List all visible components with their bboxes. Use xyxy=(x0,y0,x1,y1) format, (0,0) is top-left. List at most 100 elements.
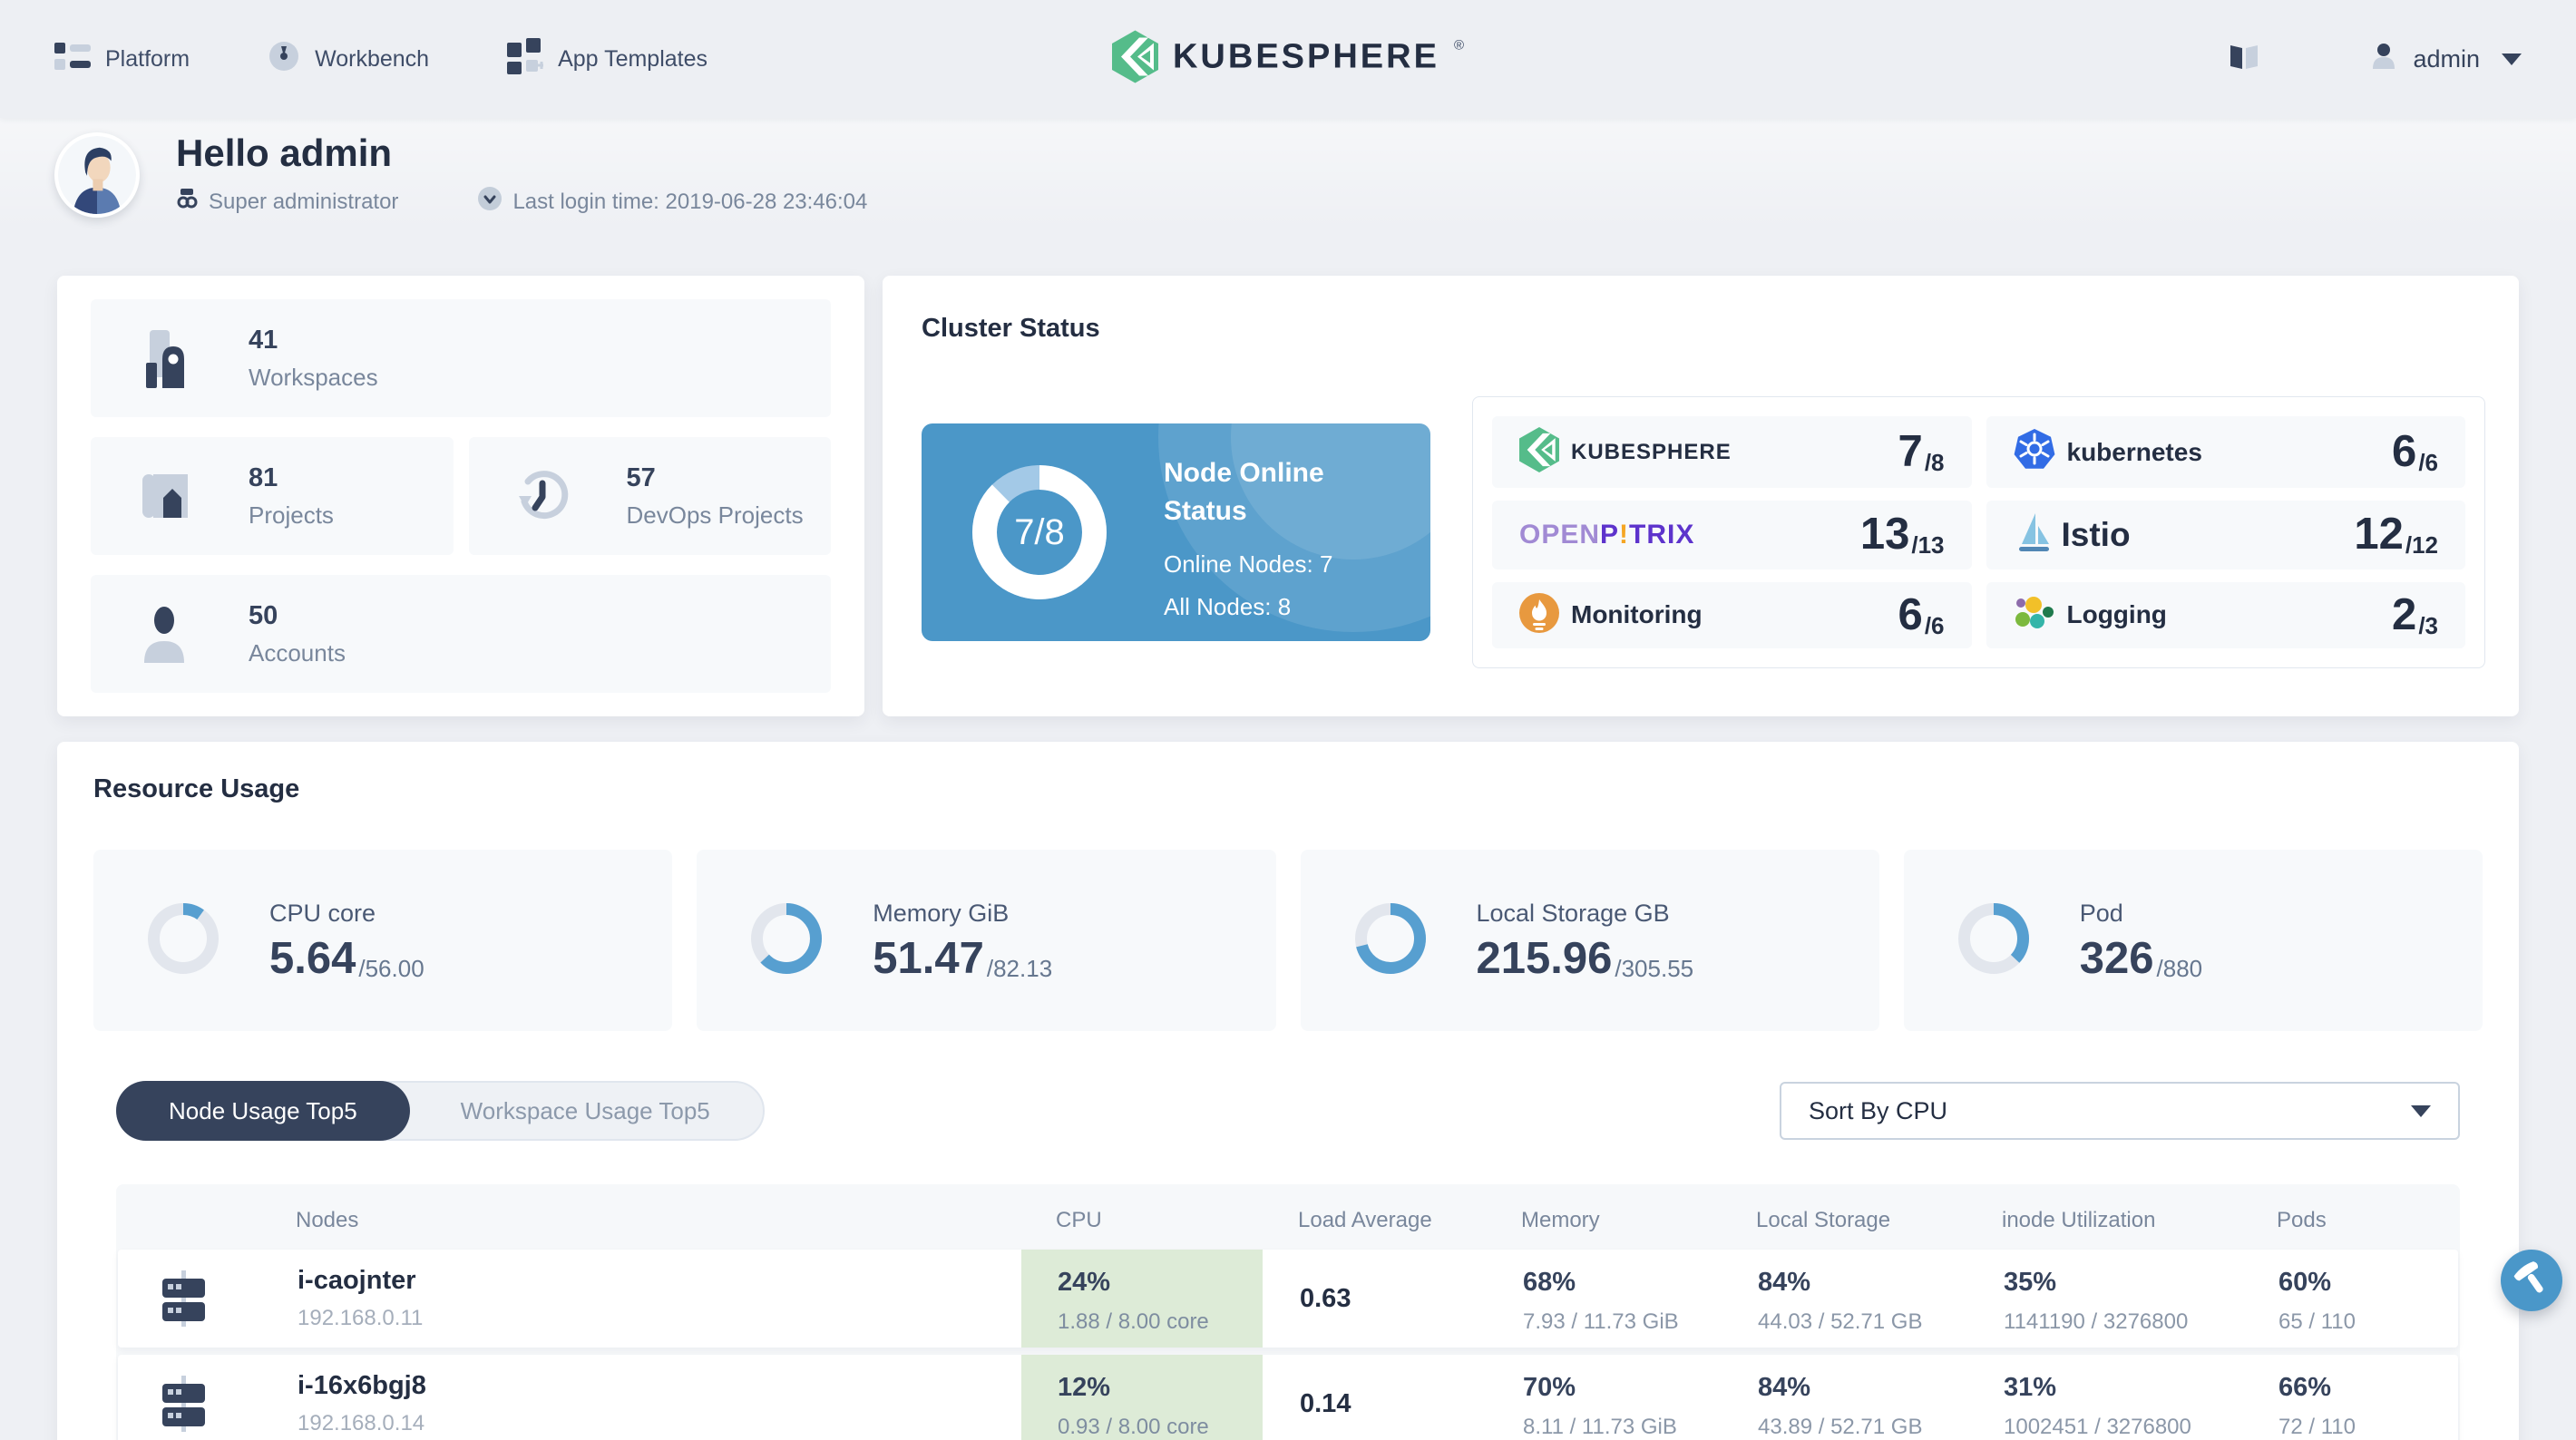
resource-usage-card: Resource Usage CPU core 5.64 /56.00 Memo… xyxy=(57,742,2519,1440)
istio-sail-icon xyxy=(2014,511,2050,558)
cpu-used: 5.64 xyxy=(269,934,356,983)
cpu-total: /56.00 xyxy=(358,955,424,982)
node-ip: 192.168.0.11 xyxy=(298,1306,424,1330)
service-total: /3 xyxy=(2418,611,2438,639)
col-memory: Memory xyxy=(1521,1208,1600,1232)
storage-label: Local Storage GB xyxy=(1476,900,1670,927)
cpu-label: CPU core xyxy=(269,900,376,927)
nav-item-platform[interactable]: Platform xyxy=(54,41,190,78)
user-icon xyxy=(2369,42,2398,77)
chevron-down-icon xyxy=(2502,53,2522,65)
pods-percent: 66% xyxy=(2278,1373,2332,1402)
pod-total: /880 xyxy=(2156,955,2203,982)
user-menu[interactable]: admin xyxy=(2369,42,2522,77)
nav-item-workbench[interactable]: Workbench xyxy=(268,40,429,79)
nav-left-group: Platform Workbench App Templates xyxy=(54,37,707,81)
server-icon xyxy=(158,1270,209,1331)
workspaces-icon xyxy=(136,328,192,388)
service-tile-kubesphere: KUBESPHERE 7 /8 xyxy=(1492,416,1972,489)
node-row-1[interactable]: i-caojnter 192.168.0.11 24% 1.88 / 8.00 … xyxy=(118,1250,2458,1348)
service-count: 7 xyxy=(1898,427,1923,477)
resource-tile-pod: Pod 326 /880 xyxy=(1903,850,2483,1031)
node-row-2[interactable]: i-16x6bgj8 192.168.0.14 12% 0.93 / 8.00 … xyxy=(118,1355,2458,1440)
workspaces-count: 41 xyxy=(249,325,278,355)
pod-label: Pod xyxy=(2079,900,2123,927)
kubesphere-logo[interactable]: KUBESPHERE ® xyxy=(1111,30,1465,88)
service-name: Monitoring xyxy=(1571,600,1703,629)
projects-count: 81 xyxy=(249,462,278,492)
inode-percent: 35% xyxy=(2004,1268,2057,1297)
service-tile-logging: Logging 2 /3 xyxy=(1986,581,2465,648)
hammer-icon xyxy=(2513,1260,2551,1302)
service-total: /8 xyxy=(1924,449,1945,477)
storage-donut xyxy=(1354,902,1426,978)
pods-detail: 65 / 110 xyxy=(2278,1309,2356,1334)
cpu-percent: 12% xyxy=(1058,1373,1111,1402)
nav-item-label: Platform xyxy=(105,45,190,72)
service-total: /13 xyxy=(1911,531,1945,559)
memory-donut xyxy=(751,902,823,978)
node-name: i-16x6bgj8 xyxy=(298,1371,426,1400)
memory-label: Memory GiB xyxy=(873,900,1010,927)
service-count: 12 xyxy=(2354,510,2404,559)
workbench-gauge-icon xyxy=(268,40,300,79)
sort-by-dropdown[interactable]: Sort By CPU xyxy=(1780,1082,2460,1140)
memory-detail: 8.11 / 11.73 GiB xyxy=(1523,1415,1677,1439)
tab-node-usage-top5[interactable]: Node Usage Top5 xyxy=(116,1081,410,1141)
summary-card: 41 Workspaces 81 Projects 57 DevOps Proj… xyxy=(57,276,864,716)
cpu-detail: 0.93 / 8.00 core xyxy=(1058,1415,1209,1439)
service-tile-kubernetes: kubernetes 6 /6 xyxy=(1986,416,2465,489)
load-average: 0.14 xyxy=(1300,1388,1351,1418)
inode-detail: 1002451 / 3276800 xyxy=(2004,1415,2191,1439)
online-nodes: Online Nodes: 7 xyxy=(1164,550,1333,578)
summary-devops-projects[interactable]: 57 DevOps Projects xyxy=(468,437,831,555)
summary-workspaces[interactable]: 41 Workspaces xyxy=(91,299,831,417)
service-name: kubernetes xyxy=(2066,437,2202,466)
role-icon xyxy=(176,188,198,216)
node-online-donut: 7/8 xyxy=(972,465,1107,599)
node-name: i-caojnter xyxy=(298,1266,416,1295)
sort-by-value: Sort By CPU xyxy=(1809,1096,1948,1124)
service-name: Istio xyxy=(2061,515,2131,553)
storage-total: /305.55 xyxy=(1615,955,1694,982)
pods-percent: 60% xyxy=(2278,1268,2332,1297)
tab-workspace-usage-top5[interactable]: Workspace Usage Top5 xyxy=(408,1083,763,1139)
service-tile-istio: Istio 12 /12 xyxy=(1986,501,2465,569)
openpitrix-wordmark: OPENP!TRIX xyxy=(1519,519,1695,550)
resource-tile-storage: Local Storage GB 215.96 /305.55 xyxy=(1300,850,1879,1031)
logging-circles-icon xyxy=(2014,593,2055,637)
summary-accounts[interactable]: 50 Accounts xyxy=(91,575,831,693)
usage-tabs: Node Usage Top5 Workspace Usage Top5 xyxy=(116,1081,765,1141)
storage-detail: 44.03 / 52.71 GB xyxy=(1758,1309,1923,1334)
login-time-icon xyxy=(478,187,503,217)
nav-item-app-templates[interactable]: App Templates xyxy=(507,37,707,81)
inode-detail: 1141190 / 3276800 xyxy=(2004,1309,2189,1334)
server-icon xyxy=(158,1376,209,1436)
load-average: 0.63 xyxy=(1300,1283,1351,1313)
kubernetes-icon xyxy=(2014,429,2055,475)
cluster-status-card: Cluster Status 7/8 Node Online Status On… xyxy=(883,276,2519,716)
cpu-detail: 1.88 / 8.00 core xyxy=(1058,1309,1209,1334)
storage-used: 215.96 xyxy=(1476,934,1613,983)
pods-detail: 72 / 110 xyxy=(2278,1415,2356,1439)
monitoring-torch-icon xyxy=(1519,592,1559,637)
cpu-donut xyxy=(148,902,219,978)
all-nodes: All Nodes: 8 xyxy=(1164,593,1292,620)
memory-used: 51.47 xyxy=(873,934,984,983)
node-online-title: Node Online Status xyxy=(1164,458,1324,526)
projects-label: Projects xyxy=(249,501,334,529)
accounts-count: 50 xyxy=(249,600,278,630)
service-count: 6 xyxy=(1898,589,1923,639)
col-pods: Pods xyxy=(2277,1208,2327,1232)
kubesphere-hex-icon xyxy=(1519,427,1559,477)
registered-mark: ® xyxy=(1453,37,1465,54)
resource-tiles: CPU core 5.64 /56.00 Memory GiB 51.47 /8… xyxy=(93,850,2483,1031)
devops-label: DevOps Projects xyxy=(626,501,804,529)
service-count: 6 xyxy=(2392,427,2417,477)
role-label: Super administrator xyxy=(209,189,399,214)
avatar xyxy=(54,131,140,218)
summary-projects[interactable]: 81 Projects xyxy=(91,437,454,555)
toolbox-fab[interactable] xyxy=(2501,1250,2562,1311)
docs-book-icon[interactable] xyxy=(2228,43,2260,76)
node-online-ratio: 7/8 xyxy=(1014,511,1065,552)
